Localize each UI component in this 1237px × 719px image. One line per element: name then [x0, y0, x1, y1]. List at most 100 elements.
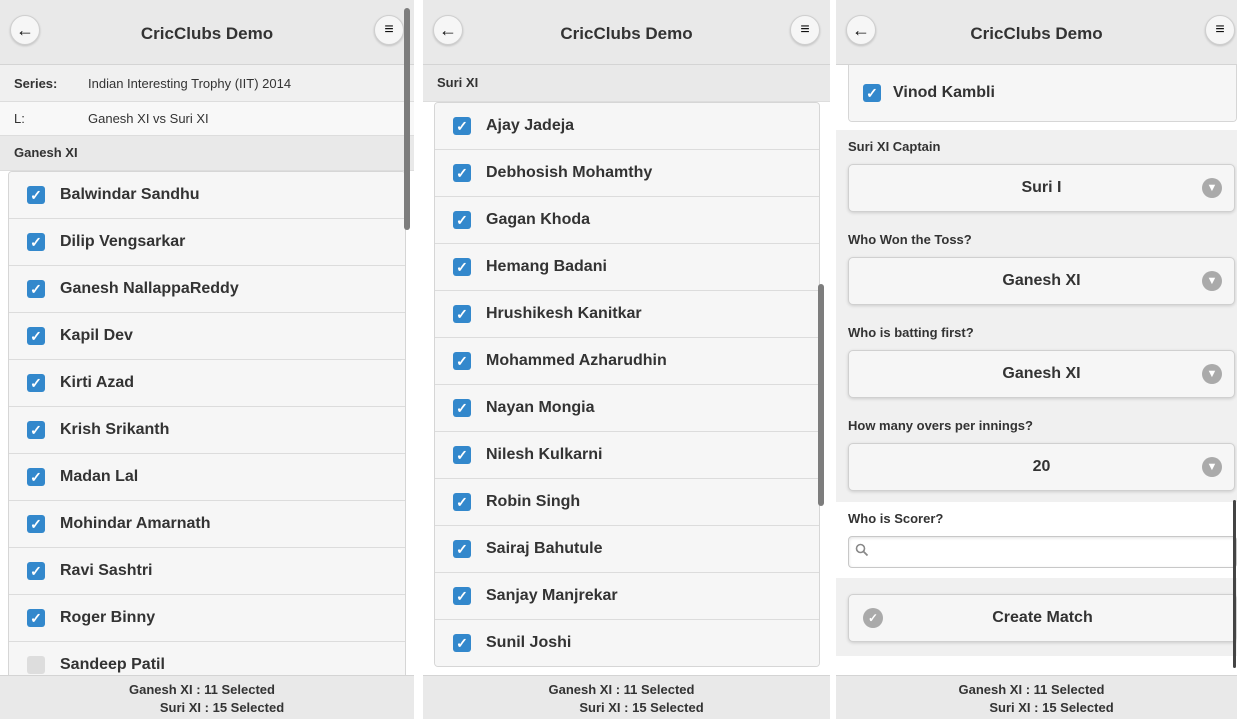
content: ✓ Vinod Kambli Suri XI Captain Suri I ▼ … — [836, 65, 1237, 675]
player-item[interactable]: Sandeep Patil — [9, 642, 405, 675]
app-title: CricClubs Demo — [140, 24, 274, 43]
player-item[interactable]: ✓ Ajay Jadeja — [435, 103, 819, 150]
overs-value: 20 — [1032, 458, 1051, 475]
player-item[interactable]: ✓ Krish Srikanth — [9, 407, 405, 454]
player-item[interactable]: ✓ Sunil Joshi — [435, 620, 819, 666]
batting-label: Who is batting first? — [848, 325, 974, 340]
checkbox-checked-icon[interactable]: ✓ — [27, 327, 45, 345]
player-list: ✓ Vinod Kambli — [848, 65, 1237, 122]
scrollbar[interactable] — [404, 8, 410, 230]
create-match-button[interactable]: ✓ Create Match — [848, 594, 1237, 642]
player-item[interactable]: ✓ Gagan Khoda — [435, 197, 819, 244]
league-value: Ganesh XI vs Suri XI — [88, 111, 209, 126]
series-value: Indian Interesting Trophy (IIT) 2014 — [88, 75, 292, 91]
player-name: Krish Srikanth — [60, 421, 170, 438]
header: ← CricClubs Demo ≡ — [423, 0, 830, 65]
checkbox-checked-icon[interactable]: ✓ — [27, 609, 45, 627]
checkbox-checked-icon[interactable]: ✓ — [453, 587, 471, 605]
player-item[interactable]: ✓ Madan Lal — [9, 454, 405, 501]
checkbox-checked-icon[interactable]: ✓ — [27, 280, 45, 298]
menu-button[interactable]: ≡ — [1205, 15, 1235, 45]
app-title: CricClubs Demo — [970, 24, 1103, 43]
toss-value: Ganesh XI — [1002, 272, 1081, 289]
player-item[interactable]: ✓ Roger Binny — [9, 595, 405, 642]
captain-select[interactable]: Suri I ▼ — [848, 164, 1235, 212]
player-item[interactable]: ✓ Sanjay Manjrekar — [435, 573, 819, 620]
player-item[interactable]: ✓ Mohammed Azharudhin — [435, 338, 819, 385]
player-name: Nayan Mongia — [486, 399, 595, 416]
scrollbar[interactable] — [818, 284, 824, 506]
chevron-down-icon: ▼ — [1202, 271, 1222, 291]
footer-team2-count: Suri XI : 15 Selected — [989, 700, 1114, 715]
scorer-label: Who is Scorer? — [848, 511, 944, 526]
chevron-down-icon: ▼ — [1202, 178, 1222, 198]
player-name: Hrushikesh Kanitkar — [486, 305, 642, 322]
toss-select[interactable]: Ganesh XI ▼ — [848, 257, 1235, 305]
player-item[interactable]: ✓ Hemang Badani — [435, 244, 819, 291]
player-item[interactable]: ✓ Debhosish Mohamthy — [435, 150, 819, 197]
player-item[interactable]: ✓ Nilesh Kulkarni — [435, 432, 819, 479]
chevron-down-icon: ▼ — [1202, 364, 1222, 384]
player-name: Kapil Dev — [60, 327, 133, 344]
checkbox-checked-icon[interactable]: ✓ — [453, 258, 471, 276]
player-item[interactable]: ✓ Ravi Sashtri — [9, 548, 405, 595]
checkbox-checked-icon[interactable]: ✓ — [27, 374, 45, 392]
checkbox-unchecked-icon[interactable] — [27, 656, 45, 674]
toss-label: Who Won the Toss? — [848, 232, 972, 247]
player-item[interactable]: ✓ Kirti Azad — [9, 360, 405, 407]
checkbox-checked-icon[interactable]: ✓ — [453, 634, 471, 652]
player-item[interactable]: ✓ Dilip Vengsarkar — [9, 219, 405, 266]
series-row: Series: Indian Interesting Trophy (IIT) … — [0, 65, 414, 102]
checkbox-checked-icon[interactable]: ✓ — [27, 421, 45, 439]
scorer-search-input[interactable] — [848, 536, 1237, 568]
overs-select[interactable]: 20 ▼ — [848, 443, 1235, 491]
checkbox-checked-icon[interactable]: ✓ — [453, 399, 471, 417]
checkbox-checked-icon[interactable]: ✓ — [27, 186, 45, 204]
player-list: ✓ Balwindar Sandhu ✓ Dilip Vengsarkar ✓ Ganes… — [8, 171, 406, 675]
player-item[interactable]: ✓ Hrushikesh Kanitkar — [435, 291, 819, 338]
captain-field: Suri XI Captain Suri I ▼ — [836, 130, 1237, 223]
player-name: Hemang Badani — [486, 258, 607, 275]
header: ← CricClubs Demo ≡ — [836, 0, 1237, 65]
player-name: Roger Binny — [60, 609, 156, 626]
selection-footer: Ganesh XI : 11 Selected Suri XI : 15 Sel… — [0, 675, 414, 719]
checkbox-checked-icon[interactable]: ✓ — [453, 493, 471, 511]
player-item[interactable]: ✓ Robin Singh — [435, 479, 819, 526]
checkbox-checked-icon[interactable]: ✓ — [453, 117, 471, 135]
player-item[interactable]: ✓ Sairaj Bahutule — [435, 526, 819, 573]
checkbox-checked-icon[interactable]: ✓ — [27, 562, 45, 580]
player-name: Sandeep Patil — [60, 656, 165, 673]
checkbox-checked-icon[interactable]: ✓ — [453, 211, 471, 229]
player-name: Sanjay Manjrekar — [486, 587, 618, 604]
create-match-label: Create Match — [992, 609, 1093, 626]
scrollbar[interactable] — [1233, 500, 1236, 668]
player-item[interactable]: ✓ Nayan Mongia — [435, 385, 819, 432]
checkbox-checked-icon[interactable]: ✓ — [453, 446, 471, 464]
player-list: ✓ Ajay Jadeja ✓ Debhosish Mohamthy ✓ Gagan Kh… — [434, 102, 820, 667]
player-name: Mohammed Azharudhin — [486, 352, 667, 369]
series-label: Series: — [14, 75, 58, 91]
batting-select[interactable]: Ganesh XI ▼ — [848, 350, 1235, 398]
toss-field: Who Won the Toss? Ganesh XI ▼ — [836, 223, 1237, 316]
checkbox-checked-icon[interactable]: ✓ — [27, 468, 45, 486]
checkbox-checked-icon[interactable]: ✓ — [27, 233, 45, 251]
player-item[interactable]: ✓ Kapil Dev — [9, 313, 405, 360]
screen-3: ← CricClubs Demo ≡ ✓ Vinod Kambli Suri X… — [836, 0, 1237, 719]
player-item[interactable]: ✓ Balwindar Sandhu — [9, 172, 405, 219]
player-name: Nilesh Kulkarni — [486, 446, 603, 463]
player-item[interactable]: ✓ Ganesh NallappaReddy — [9, 266, 405, 313]
checkbox-checked-icon[interactable]: ✓ — [27, 515, 45, 533]
checkbox-checked-icon[interactable]: ✓ — [453, 305, 471, 323]
checkbox-checked-icon[interactable]: ✓ — [453, 164, 471, 182]
player-item[interactable]: ✓ Mohindar Amarnath — [9, 501, 405, 548]
create-section: ✓ Create Match — [836, 578, 1237, 656]
checkbox-checked-icon[interactable]: ✓ — [453, 352, 471, 370]
player-name: Debhosish Mohamthy — [486, 164, 653, 181]
menu-button[interactable]: ≡ — [790, 15, 820, 45]
content: Series: Indian Interesting Trophy (IIT) … — [0, 65, 414, 675]
player-name: Dilip Vengsarkar — [60, 233, 186, 250]
checkbox-checked-icon[interactable]: ✓ — [863, 84, 881, 102]
checkbox-checked-icon[interactable]: ✓ — [453, 540, 471, 558]
player-item[interactable]: ✓ Vinod Kambli — [849, 65, 1236, 121]
menu-button[interactable]: ≡ — [374, 15, 404, 45]
